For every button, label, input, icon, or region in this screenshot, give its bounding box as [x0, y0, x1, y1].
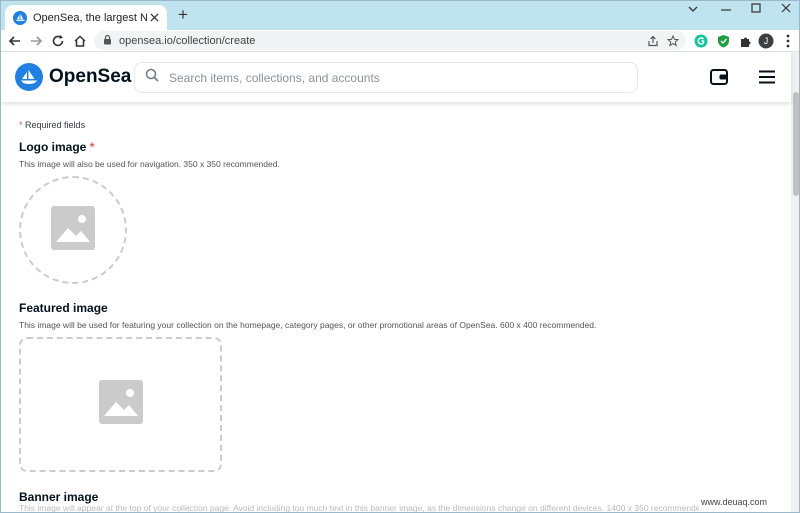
featured-image-description: This image will be used for featuring yo…	[19, 320, 597, 330]
new-tab-button[interactable]: +	[175, 6, 191, 23]
opensea-logo-icon[interactable]	[15, 63, 43, 91]
image-placeholder-icon	[51, 205, 95, 255]
kebab-menu-icon[interactable]	[780, 33, 796, 49]
search-input[interactable]	[169, 70, 619, 85]
logo-required-star: *	[89, 140, 95, 154]
wallet-icon[interactable]	[707, 65, 731, 89]
profile-initial: J	[763, 36, 769, 46]
search-box[interactable]	[134, 62, 638, 93]
forward-arrow-icon[interactable]	[27, 32, 45, 50]
close-window-icon[interactable]	[771, 1, 799, 19]
tab-strip: OpenSea, the largest NFT marketplace +	[1, 1, 799, 30]
browser-toolbar: opensea.io/collection/create J	[1, 30, 799, 52]
featured-image-heading: Featured image	[19, 301, 108, 315]
browser-tab[interactable]: OpenSea, the largest NFT marketplace	[5, 5, 167, 30]
opensea-favicon-icon	[13, 10, 27, 25]
search-icon	[145, 68, 159, 87]
logo-image-heading: Logo image *	[19, 140, 94, 154]
reload-icon[interactable]	[49, 32, 67, 50]
minimize-icon[interactable]	[711, 1, 741, 19]
watermark: www.deuaq.com	[701, 497, 768, 507]
featured-image-upload[interactable]	[19, 337, 222, 472]
url-text: opensea.io/collection/create	[119, 34, 256, 47]
required-fields-label: Required fields	[25, 120, 86, 130]
tab-title: OpenSea, the largest NFT marketplace	[33, 11, 148, 24]
tab-close-icon[interactable]	[147, 11, 161, 25]
logo-image-upload[interactable]	[19, 176, 127, 284]
chevron-down-icon[interactable]	[678, 1, 708, 19]
bookmark-star-icon[interactable]	[666, 34, 680, 48]
hamburger-menu-icon[interactable]	[755, 65, 779, 89]
grammarly-extension-icon[interactable]	[693, 33, 709, 49]
address-bar[interactable]: opensea.io/collection/create	[94, 31, 686, 50]
profile-avatar[interactable]: J	[758, 33, 774, 49]
scrollbar-thumb[interactable]	[793, 92, 799, 196]
banner-image-description: This image will appear at the top of you…	[19, 503, 699, 513]
site-header: OpenSea	[1, 52, 791, 102]
lock-icon	[103, 32, 112, 50]
brand-name[interactable]: OpenSea	[49, 66, 131, 88]
puzzle-extensions-icon[interactable]	[737, 33, 753, 49]
share-icon[interactable]	[646, 34, 660, 48]
create-collection-form: * Required fields Logo image * This imag…	[1, 102, 791, 513]
required-star: *	[19, 120, 23, 130]
required-fields-note: * Required fields	[19, 120, 85, 130]
banner-image-heading: Banner image	[19, 490, 99, 504]
logo-image-title: Logo image	[19, 140, 87, 154]
home-icon[interactable]	[71, 32, 89, 50]
maximize-icon[interactable]	[741, 1, 771, 19]
image-placeholder-icon	[98, 380, 143, 429]
back-arrow-icon[interactable]	[6, 32, 24, 50]
logo-image-description: This image will also be used for navigat…	[19, 159, 280, 169]
shield-extension-icon[interactable]	[715, 33, 731, 49]
browser-window: OpenSea, the largest NFT marketplace +	[0, 0, 800, 513]
